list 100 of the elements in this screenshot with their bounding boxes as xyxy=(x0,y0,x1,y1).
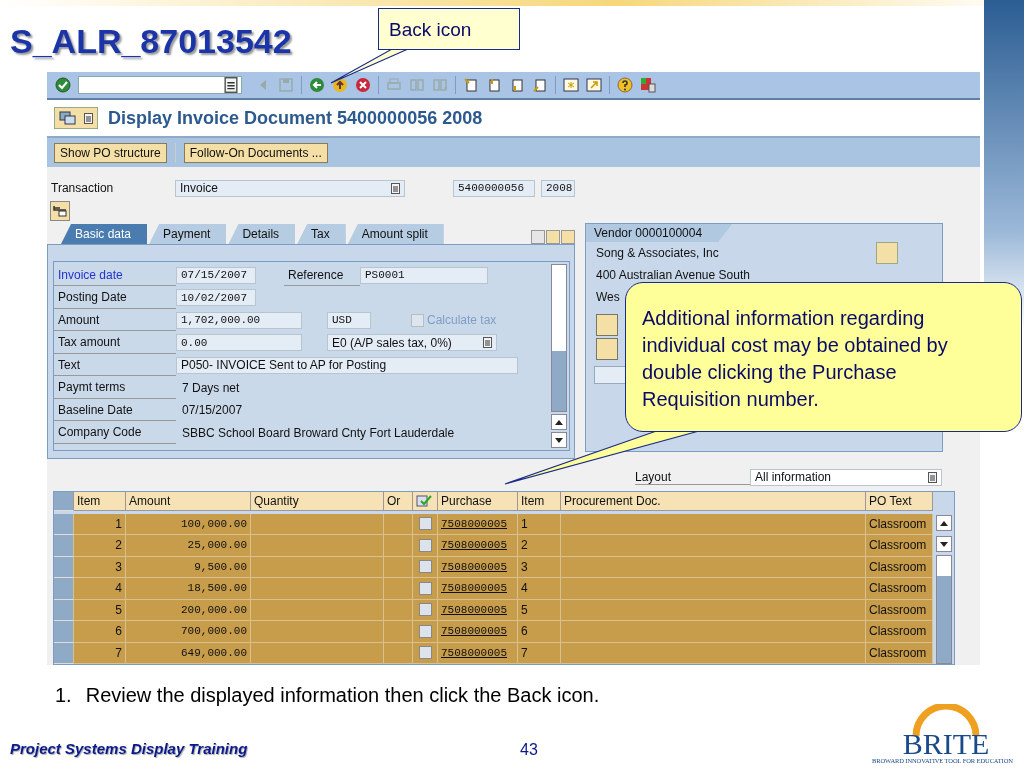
layout-icon[interactable] xyxy=(640,77,656,93)
previous-page-icon[interactable] xyxy=(486,77,502,93)
arrow-down-icon xyxy=(939,541,948,547)
input-field[interactable]: USD xyxy=(327,311,371,329)
help-icon[interactable] xyxy=(617,77,633,93)
input-field[interactable]: P050- INVOICE Sent to AP for Posting xyxy=(176,356,518,374)
dropdown-field[interactable]: E0 (A/P sales tax, 0%) xyxy=(327,334,497,352)
cancel-icon[interactable] xyxy=(355,77,371,93)
scrollbar[interactable] xyxy=(935,555,952,664)
back-icon[interactable] xyxy=(309,77,325,93)
row-selector[interactable] xyxy=(54,599,74,621)
scroll-up-button[interactable] xyxy=(551,414,567,430)
input-field[interactable]: 1,702,000.00 xyxy=(176,311,302,329)
field-label: Baseline Date xyxy=(54,399,176,422)
column-header[interactable]: Amount xyxy=(126,492,251,511)
tree-button[interactable] xyxy=(50,201,70,221)
row-selector[interactable] xyxy=(54,621,74,643)
next-page-icon[interactable] xyxy=(509,77,525,93)
checkbox[interactable] xyxy=(418,581,432,595)
menu-button[interactable] xyxy=(54,107,98,129)
tree-icon xyxy=(53,205,67,217)
scroll-down-button[interactable] xyxy=(935,536,952,552)
checkbox[interactable] xyxy=(418,538,432,552)
column-header[interactable]: Procurement Doc. xyxy=(561,492,866,511)
select-all-cell[interactable] xyxy=(54,492,74,511)
input-field[interactable]: 10/02/2007 xyxy=(176,289,256,307)
row-selector[interactable] xyxy=(54,642,74,664)
tab[interactable]: Amount split xyxy=(347,224,444,244)
slide-title: S_ALR_87013542 xyxy=(10,22,292,61)
table-cell: 7 xyxy=(74,642,126,664)
first-page-icon[interactable] xyxy=(463,77,479,93)
toolbar-button[interactable]: Show PO structure xyxy=(54,142,167,163)
vendor-title: Vendor 0000100004 xyxy=(586,224,733,242)
page-number: 43 xyxy=(520,741,538,759)
checkbox[interactable] xyxy=(418,560,432,574)
column-header[interactable]: Item xyxy=(74,492,126,511)
scroll-up-button[interactable] xyxy=(935,515,952,531)
checkbox[interactable] xyxy=(418,517,432,531)
checkbox[interactable] xyxy=(418,603,432,617)
list-icon[interactable] xyxy=(928,471,937,483)
field-value: 07/15/2007 xyxy=(181,403,243,418)
toolbar-button[interactable]: Follow-On Documents ... xyxy=(183,142,328,163)
table-cell: Classroom xyxy=(866,513,933,535)
input-field[interactable]: 0.00 xyxy=(176,334,302,352)
table-cell: Classroom xyxy=(866,621,933,643)
scroll-down-button[interactable] xyxy=(551,432,567,448)
column-header[interactable]: Item xyxy=(518,492,561,511)
scrollbar[interactable] xyxy=(551,264,567,412)
layout-dropdown[interactable]: All information xyxy=(750,468,942,486)
input-field[interactable]: PS0001 xyxy=(360,266,488,284)
table-cell: 25,000.00 xyxy=(126,535,251,557)
row-selector[interactable] xyxy=(54,556,74,578)
tab[interactable]: Details xyxy=(228,224,296,244)
list-icon[interactable] xyxy=(483,337,492,349)
ok-icon[interactable] xyxy=(55,77,71,93)
row-selector[interactable] xyxy=(54,535,74,557)
column-header[interactable]: PO Text xyxy=(866,492,933,511)
checkbox[interactable] xyxy=(418,646,432,660)
scroll-left-button[interactable] xyxy=(531,230,545,244)
vendor-detail-button[interactable] xyxy=(876,242,898,264)
checkbox[interactable] xyxy=(418,624,432,638)
row-selector[interactable] xyxy=(54,513,74,535)
table-cell: 3 xyxy=(74,556,126,578)
scroll-right-button[interactable] xyxy=(546,230,560,244)
tab[interactable]: Payment xyxy=(149,224,227,244)
vendor-address-line: Song & Associates, Inc xyxy=(596,246,719,260)
list-icon[interactable] xyxy=(223,77,239,93)
list-icon[interactable] xyxy=(84,112,94,124)
tab-list-button[interactable] xyxy=(561,230,575,244)
table-cell: Classroom xyxy=(866,599,933,621)
step-number: 1. xyxy=(55,684,72,707)
row-selector[interactable] xyxy=(54,578,74,600)
footer-text: Project Systems Display Training xyxy=(10,740,248,757)
table-cell: 4 xyxy=(74,578,126,600)
arrow-up-icon xyxy=(555,419,563,425)
arrow-down-icon xyxy=(555,437,563,443)
checkbox-label: Calculate tax xyxy=(427,313,497,328)
table-cell: 9,500.00 xyxy=(126,556,251,578)
select-icon[interactable] xyxy=(416,494,432,508)
dropdown-field[interactable]: Invoice xyxy=(175,179,405,197)
screens-icon xyxy=(58,111,77,125)
list-icon[interactable] xyxy=(391,182,400,194)
last-page-icon[interactable] xyxy=(532,77,548,93)
table-cell: Classroom xyxy=(866,556,933,578)
column-header[interactable]: Quantity xyxy=(251,492,384,511)
table-cell: 2 xyxy=(518,535,561,557)
input-field[interactable]: 07/15/2007 xyxy=(176,266,256,284)
tab[interactable]: Basic data xyxy=(61,224,148,244)
table-cell: 1 xyxy=(74,513,126,535)
table-cell: 5 xyxy=(74,599,126,621)
command-field[interactable] xyxy=(78,76,242,94)
table-cell: 100,000.00 xyxy=(126,513,251,535)
tab[interactable]: Tax xyxy=(297,224,346,244)
table-cell: 3 xyxy=(518,556,561,578)
column-header[interactable]: Purchase xyxy=(438,492,518,511)
table-cell: 1 xyxy=(518,513,561,535)
table-cell: 5 xyxy=(518,599,561,621)
shortcut-icon[interactable] xyxy=(586,77,602,93)
new-window-icon[interactable] xyxy=(563,77,579,93)
column-header[interactable]: Or xyxy=(384,492,413,511)
